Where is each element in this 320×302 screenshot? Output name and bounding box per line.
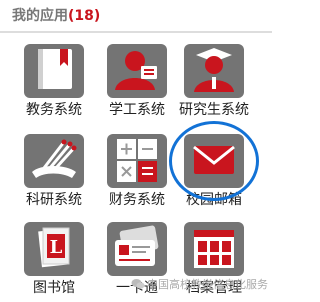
wechat-icon [131,278,145,290]
header-divider [0,31,272,33]
app-label: 研究生系统 [179,102,249,118]
watermark: 中国高校教学信息化服务 [131,278,268,292]
app-label: 学工系统 [109,102,165,118]
app-finance-system[interactable]: 财务系统 [93,134,181,214]
app-research-system[interactable]: 科研系统 [10,134,98,214]
app-label: 教务系统 [26,102,82,118]
app-label: 图书馆 [33,280,75,296]
highlight-circle [169,121,259,201]
section-title: 我的应用 [12,8,68,24]
app-count: (18) [68,8,101,24]
app-student-affairs[interactable]: 学工系统 [93,44,181,124]
user-id-card-icon [107,44,167,98]
library-book-icon: L [24,222,84,276]
research-tools-icon [24,134,84,188]
graduate-user-icon [184,44,244,98]
book-bookmark-icon [24,44,84,98]
watermark-text: 中国高校教学信息化服务 [147,278,268,291]
archive-icon [184,222,244,276]
calculator-icon [107,134,167,188]
id-card-icon [107,222,167,276]
svg-text:L: L [50,237,63,258]
section-header: 我的应用(18) [12,6,100,26]
app-academic-affairs[interactable]: 教务系统 [10,44,98,124]
app-library[interactable]: L 图书馆 [10,222,98,302]
app-graduate-system[interactable]: 研究生系统 [170,44,258,124]
app-label: 财务系统 [109,192,165,208]
app-label: 科研系统 [26,192,82,208]
